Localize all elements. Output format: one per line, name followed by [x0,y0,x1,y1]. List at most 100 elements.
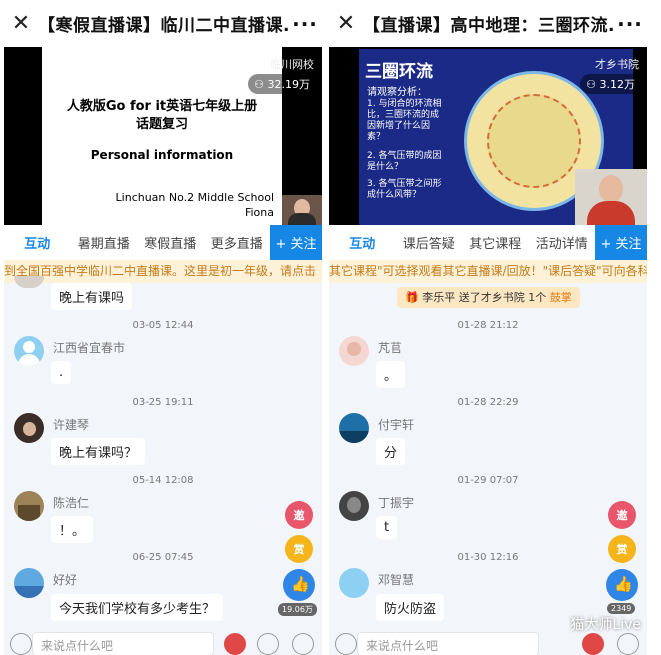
title-bar: ✕ 【寒假直播课】临川二中直播课... ··· [4,0,322,47]
emoji-icon[interactable] [335,633,357,655]
message-time: 03-25 19:11 [132,397,194,408]
chat-message: 。 [376,361,406,388]
gift-notice: 🎁 李乐平 送了才乡书院 1个 鼓掌 [397,287,580,308]
user-name: 付宇轩 [378,418,415,432]
tab-event-details[interactable]: 活动详情 [529,233,596,252]
video-player[interactable]: 三圈环流 请观察分析： 1. 与闭合的环流相比，三圈环流的成因新增了什么因素？ … [329,47,647,225]
gift-icon: 🎁 [405,291,419,304]
follow-button[interactable]: + 关注 [270,225,322,260]
user-name: 江西省宜春市 [53,341,126,355]
tab-bar: 互动 课后答疑 其它课程 活动详情 + 关注 [329,225,647,260]
live-title: 【直播课】高中地理：三圈环流... [363,16,613,36]
tab-winter-live[interactable]: 寒假直播 [137,233,204,252]
slide-school: Linchuan No.2 Middle School [115,191,274,204]
thumbs-up-icon: 👍 [291,575,310,593]
avatar[interactable] [339,336,369,366]
like-button[interactable]: 👍 [283,569,315,601]
chat-message: 晚上有课吗？ [51,438,146,465]
channel-watermark: 才乡书院 [595,58,639,71]
chat-message: 分 [376,438,406,465]
tab-qa[interactable]: 课后答疑 [396,233,463,252]
share-icon[interactable] [617,633,639,655]
panel-divider [322,0,329,655]
emoji-icon[interactable] [10,633,32,655]
slide-question-3: 3. 各气压带之间形成什么风带？ [367,179,442,200]
message-time: 05-14 12:08 [132,475,194,486]
close-icon[interactable]: ✕ [329,11,363,36]
gift-icon[interactable] [224,633,246,655]
user-name: 芃苢 [378,341,403,355]
avatar[interactable] [14,276,44,288]
more-icon[interactable]: ··· [288,12,322,36]
avatar[interactable] [14,491,44,521]
gift-icon[interactable] [582,633,604,655]
close-icon[interactable]: ✕ [4,11,38,36]
more-icon[interactable]: ··· [613,12,647,36]
invite-button[interactable]: 邀 [285,501,313,529]
message-time: 01-30 12:16 [457,552,519,563]
chat-message: ！。 [51,516,94,543]
slide-title: 人教版Go for it英语七年级上册 [66,99,258,114]
slide-subtitle: 请观察分析： [367,87,427,98]
message-time: 06-25 07:45 [132,552,194,563]
slide-title: 三圈环流 [365,62,433,82]
avatar[interactable] [14,413,44,443]
thumbs-up-icon: 👍 [614,575,633,593]
reward-button[interactable]: 赏 [608,535,636,563]
chat-message: 晚上有课吗 [51,283,133,310]
source-watermark: 猫大师Live [570,617,641,633]
user-name: 许建琴 [53,418,90,432]
chat-message: . [51,361,72,384]
message-time: 01-29 07:07 [457,475,519,486]
user-name: 好好 [53,573,78,587]
slide-subtitle: 话题复习 [135,117,188,132]
bottom-input-bar: 来说点什么吧 [4,629,322,655]
message-time: 01-28 22:29 [457,397,519,408]
slide-topic: Personal information [90,148,234,162]
flower-icon[interactable] [257,633,279,655]
comment-input[interactable]: 来说点什么吧 [32,632,214,655]
user-group-icon: ⚇ [586,78,596,91]
slide-teacher: Fiona [244,206,274,219]
reward-button[interactable]: 赏 [285,535,313,563]
avatar[interactable] [339,568,369,598]
slide: 人教版Go for it英语七年级上册 话题复习 Personal inform… [42,47,282,225]
video-player[interactable]: 人教版Go for it英语七年级上册 话题复习 Personal inform… [4,47,322,225]
message-time: 01-28 21:12 [457,320,519,331]
slide-question-2: 2. 各气压带的成因是什么？ [367,151,442,172]
tab-interact[interactable]: 互动 [329,233,396,252]
invite-button[interactable]: 邀 [608,501,636,529]
title-bar: ✕ 【直播课】高中地理：三圈环流... ··· [329,0,647,47]
tab-interact[interactable]: 互动 [4,233,71,252]
share-icon[interactable] [292,633,314,655]
message-time: 03-05 12:44 [132,320,194,331]
user-name: 丁振宇 [378,496,415,510]
tab-other-courses[interactable]: 其它课程 [462,233,529,252]
slide-question-1: 1. 与闭合的环流相比，三圈环流的成因新增了什么因素？ [367,99,442,142]
right-live-panel: ✕ 【直播课】高中地理：三圈环流... ··· 三圈环流 请观察分析： 1. 与… [329,0,647,655]
left-live-panel: ✕ 【寒假直播课】临川二中直播课... ··· 人教版Go for it英语七年… [4,0,322,655]
chat-message: 今天我们学校有多少考生？ [51,594,224,621]
live-title: 【寒假直播课】临川二中直播课... [38,16,288,36]
follow-button[interactable]: + 关注 [595,225,647,260]
avatar[interactable] [14,336,44,366]
avatar[interactable] [339,413,369,443]
chat-message: t [376,516,398,539]
user-name: 邓智慧 [378,573,415,587]
like-count: 2349 [607,603,636,614]
user-name: 陈浩仁 [53,496,90,510]
tab-bar: 互动 暑期直播 寒假直播 更多直播 + 关注 [4,225,322,260]
announcement-marquee: 其它课程"可选择观看其它直播课/回放！"课后答疑"可向各科 [329,260,647,283]
tab-more-live[interactable]: 更多直播 [204,233,271,252]
like-count: 19.06万 [278,603,317,616]
channel-watermark: 临川网校 [270,58,314,71]
viewer-count: ⚇ 32.19万 [248,74,316,94]
chat-message: 防火防盗 [376,594,445,621]
teacher-camera [575,169,647,225]
teacher-camera [282,195,322,225]
tab-summer-live[interactable]: 暑期直播 [71,233,138,252]
comment-input[interactable]: 来说点什么吧 [357,632,539,655]
like-button[interactable]: 👍 [606,569,638,601]
avatar[interactable] [339,491,369,521]
avatar[interactable] [14,568,44,598]
